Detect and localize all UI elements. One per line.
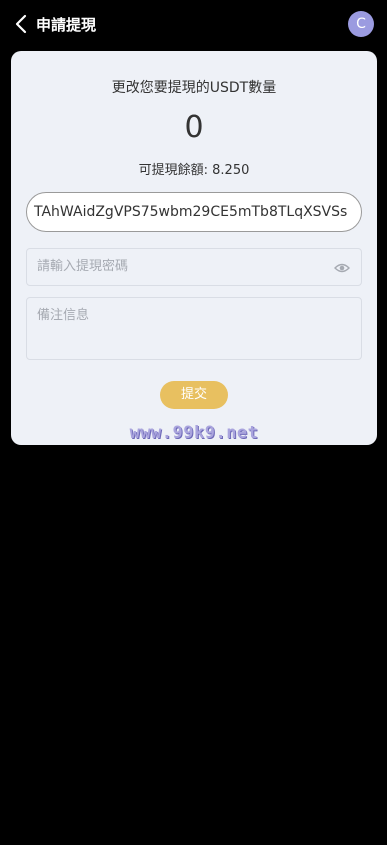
withdraw-card: 更改您要提現的USDT數量 0 可提現餘額: 8.250 TAhWAidZgVP… — [11, 51, 377, 445]
balance-value: 8.250 — [212, 163, 250, 178]
top-bar: 申請提現 C — [0, 0, 387, 50]
remark-field[interactable]: 備注信息 — [26, 297, 362, 360]
amount-prompt: 更改您要提現的USDT數量 — [111, 80, 277, 96]
password-placeholder: 請輸入提現密碼 — [37, 259, 129, 274]
eye-icon[interactable] — [334, 260, 350, 274]
wallet-address-field[interactable]: TAhWAidZgVPS75wbm29CE5mTb8TLqXSVSs — [26, 192, 362, 232]
page-title: 申請提現 — [36, 16, 97, 34]
submit-button[interactable]: 提交 — [160, 381, 228, 409]
amount-value[interactable]: 0 — [11, 109, 377, 147]
remark-placeholder: 備注信息 — [37, 308, 90, 323]
avatar[interactable]: C — [348, 11, 374, 37]
withdraw-password-field[interactable]: 請輸入提現密碼 — [26, 248, 362, 286]
back-arrow-icon[interactable] — [14, 13, 30, 35]
watermark-text: www.99k9.net — [129, 423, 259, 443]
available-balance: 可提現餘額: 8.250 — [11, 159, 377, 178]
balance-label: 可提現餘額: — [138, 163, 209, 178]
